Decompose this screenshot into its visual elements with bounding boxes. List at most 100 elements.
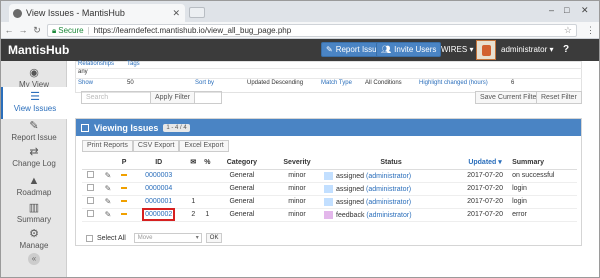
pencil-icon[interactable]: ✎ <box>105 210 112 219</box>
sidebar-item-label: View Issues <box>13 104 57 113</box>
row-edit-cell: ✎ <box>99 208 117 222</box>
sidebar-item-change-log[interactable]: ⇄ Change Log <box>1 142 67 174</box>
close-tab-icon[interactable]: ✕ <box>172 8 180 19</box>
pencil-icon[interactable]: ✎ <box>105 171 112 180</box>
back-icon[interactable]: ← <box>3 25 15 35</box>
sidebar-item-label: Change Log <box>12 159 56 168</box>
browser-menu-icon[interactable]: ⋮ <box>586 25 595 36</box>
row-id-cell: 0000002 <box>131 208 186 222</box>
pencil-icon[interactable]: ✎ <box>105 197 112 206</box>
col-notes[interactable]: ✉ <box>185 156 201 170</box>
row-updated: 2017-07-20 <box>458 182 513 196</box>
excel-export-button[interactable]: Excel Export <box>179 140 229 152</box>
col-updated[interactable]: Updated ▾ <box>458 156 513 170</box>
sidebar-item-label: Roadmap <box>16 188 52 197</box>
filter-show-label[interactable]: Show <box>78 80 93 86</box>
row-select-cell <box>82 182 100 196</box>
status-text: assigned <box>336 185 365 193</box>
filter-highlight-value: 6 <box>511 80 515 86</box>
new-tab-button[interactable] <box>189 7 205 18</box>
panel-title: Viewing Issues <box>94 122 159 133</box>
browser-toolbar: ← → ↻ 🔒︎ Secure | https://learndefect.ma… <box>1 22 599 39</box>
issue-id-link[interactable]: 0000004 <box>145 185 172 192</box>
maximize-icon[interactable]: □ <box>564 5 569 15</box>
col-status[interactable]: Status <box>324 156 459 170</box>
row-checkbox[interactable] <box>87 171 95 178</box>
handler-link[interactable]: (administrator) <box>366 198 411 205</box>
filter-sort-label[interactable]: Sort by <box>195 80 214 86</box>
col-priority[interactable]: P <box>116 156 132 170</box>
filter-relationships-label[interactable]: Relationships <box>78 61 114 67</box>
reload-icon[interactable]: ↻ <box>31 25 43 36</box>
minimize-icon[interactable]: – <box>549 5 554 15</box>
row-notes: 2 <box>185 208 201 222</box>
filter-tags-label[interactable]: Tags <box>127 61 140 67</box>
table-row: ✎ 0000004 General minor assigned (admini… <box>82 182 577 196</box>
select-all-checkbox[interactable] <box>86 234 93 242</box>
handler-link[interactable]: (administrator) <box>366 185 411 192</box>
row-status-cell: assigned (administrator) <box>324 182 459 196</box>
row-category: General <box>213 208 270 222</box>
csv-export-button[interactable]: CSV Export <box>132 140 180 152</box>
report-issue-label: Report Issue <box>335 45 382 54</box>
row-severity: minor <box>270 169 325 183</box>
forward-icon[interactable]: → <box>17 25 29 35</box>
panel-header: Viewing Issues 1 - 4 / 4 <box>76 119 581 136</box>
print-reports-button[interactable]: Print Reports <box>82 140 133 152</box>
chevron-down-icon: ▾ <box>469 45 474 54</box>
row-edit-cell: ✎ <box>99 182 117 196</box>
user-menu[interactable]: administrator ▾ <box>501 45 554 54</box>
edit-icon: ✎ <box>29 120 39 132</box>
row-checkbox[interactable] <box>87 197 95 204</box>
row-id-cell: 0000003 <box>131 169 186 183</box>
close-window-icon[interactable]: ✕ <box>581 5 589 16</box>
row-select-cell <box>82 169 100 183</box>
ok-button[interactable]: OK <box>205 233 223 243</box>
handler-link[interactable]: (administrator) <box>366 172 411 179</box>
brand-logo[interactable]: MantisHub <box>8 43 69 57</box>
select-all-label: Select All <box>97 234 126 242</box>
sidebar-item-manage[interactable]: ⚙ Manage <box>1 224 67 256</box>
sidebar-item-view-issues[interactable]: ☰ View Issues <box>1 87 67 119</box>
search-row: Search Apply Filter Save Current Filter … <box>75 89 582 105</box>
row-severity: minor <box>270 182 325 196</box>
address-bar[interactable]: 🔒︎ Secure | https://learndefect.mantishu… <box>47 24 577 37</box>
save-filter-button[interactable]: Save Current Filter <box>475 91 544 104</box>
range-badge: 1 - 4 / 4 <box>163 123 190 132</box>
col-summary[interactable]: Summary <box>512 156 577 170</box>
pencil-icon[interactable]: ✎ <box>105 184 112 193</box>
reset-filter-button[interactable]: Reset Filter <box>536 91 582 104</box>
list-icon: ☰ <box>30 91 40 103</box>
handler-link[interactable]: (administrator) <box>366 211 411 218</box>
avatar[interactable] <box>476 40 496 60</box>
row-status-cell: assigned (administrator) <box>324 169 459 183</box>
col-category[interactable]: Category <box>213 156 270 170</box>
invite-users-button[interactable]: 👥︎ Invite Users <box>376 42 442 57</box>
help-button[interactable]: ? <box>563 44 569 55</box>
filter-highlight-label[interactable]: Highlight changed (hours) <box>419 80 488 86</box>
col-id[interactable]: ID <box>131 156 186 170</box>
project-selector[interactable]: WIRES ▾ <box>441 45 473 54</box>
priority-normal-icon <box>121 213 128 216</box>
row-severity: minor <box>270 195 325 209</box>
row-checkbox[interactable] <box>87 210 95 217</box>
issue-id-link-highlighted[interactable]: 0000002 <box>142 208 176 221</box>
row-id-cell: 0000001 <box>131 195 186 209</box>
bookmark-star-icon[interactable]: ☆ <box>564 25 572 36</box>
col-attachments[interactable]: % <box>200 156 214 170</box>
col-severity[interactable]: Severity <box>270 156 325 170</box>
issue-id-link[interactable]: 0000003 <box>145 172 172 179</box>
status-color-swatch <box>324 184 334 193</box>
browser-tabbar: View Issues - MantisHub ✕ – □ ✕ <box>1 1 599 22</box>
browser-tab[interactable]: View Issues - MantisHub ✕ <box>9 4 185 22</box>
apply-filter-button[interactable]: Apply Filter <box>150 91 196 104</box>
bulk-action-select[interactable]: Move <box>133 233 202 243</box>
row-priority-cell <box>116 182 132 196</box>
row-attachments <box>200 195 214 209</box>
row-checkbox[interactable] <box>87 184 95 191</box>
filter-match-label[interactable]: Match Type <box>321 80 352 86</box>
row-edit-cell: ✎ <box>99 195 117 209</box>
issue-id-link[interactable]: 0000001 <box>145 198 172 205</box>
row-id-cell: 0000004 <box>131 182 186 196</box>
collapse-sidebar-button[interactable]: « <box>28 253 40 265</box>
